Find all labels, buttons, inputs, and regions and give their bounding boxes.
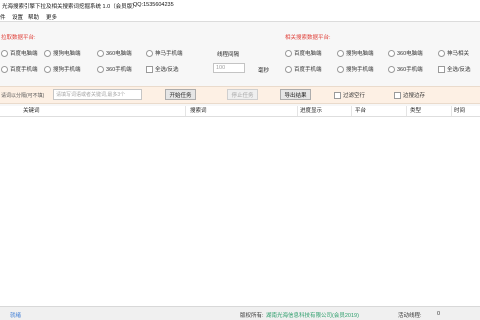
radio-circle-icon[interactable] bbox=[1, 65, 8, 73]
option-label: 360电脑端 bbox=[106, 51, 132, 57]
left-option-baidu-pc[interactable]: 百度电脑端 bbox=[1, 49, 38, 57]
right-option-360-pc[interactable]: 360电脑端 bbox=[388, 49, 423, 57]
results-table-header: 关键词 搜索词 进度显示 平台 类型 时间 bbox=[0, 106, 480, 117]
radio-circle-icon[interactable] bbox=[285, 49, 292, 57]
left-option-360-mobile[interactable]: 360手机端 bbox=[97, 65, 132, 73]
checkbox-label: 边搜边存 bbox=[403, 93, 426, 99]
radio-circle-icon[interactable] bbox=[337, 49, 344, 57]
column-header-time[interactable]: 时间 bbox=[452, 106, 480, 116]
option-label: 百度电脑端 bbox=[10, 51, 38, 57]
column-header-search-term[interactable]: 搜索词 bbox=[186, 106, 298, 116]
left-group-title: 拉取数据平台: bbox=[1, 35, 36, 41]
radio-circle-icon[interactable] bbox=[1, 49, 8, 57]
interval-input[interactable] bbox=[213, 63, 245, 73]
option-label: 百度电脑端 bbox=[294, 51, 322, 57]
option-label: 百度手机端 bbox=[294, 67, 322, 73]
right-group-title: 相关搜索数据平台: bbox=[285, 35, 331, 41]
column-header-keyword[interactable]: 关键词 bbox=[0, 106, 186, 116]
checkbox-label: 过滤空行 bbox=[343, 93, 366, 99]
title-bar: 光海搜索引擎下拉及相关搜索词挖掘系统 1.0（会员版） QQ:153560423… bbox=[0, 0, 480, 11]
keyword-label: 请词以分隔(可不填) bbox=[1, 93, 45, 99]
right-option-sogou-pc[interactable]: 搜狗电脑端 bbox=[337, 49, 374, 57]
right-select-all-checkbox[interactable]: 全选/反选 bbox=[438, 65, 471, 73]
left-select-all-checkbox[interactable]: 全选/反选 bbox=[146, 65, 179, 73]
radio-circle-icon[interactable] bbox=[337, 65, 344, 73]
radio-circle-icon[interactable] bbox=[44, 49, 51, 57]
right-option-sogou-mobile[interactable]: 搜狗手机端 bbox=[337, 65, 374, 73]
column-header-platform[interactable]: 平台 bbox=[352, 106, 407, 116]
menu-file[interactable]: 件 bbox=[0, 13, 6, 21]
option-label: 神马相关 bbox=[447, 51, 470, 57]
option-label: 全选/反选 bbox=[447, 67, 471, 73]
checkbox-icon[interactable] bbox=[146, 65, 153, 73]
radio-circle-icon[interactable] bbox=[97, 65, 104, 73]
option-label: 360电脑端 bbox=[397, 51, 423, 57]
right-option-shenma[interactable]: 神马相关 bbox=[438, 49, 469, 57]
radio-circle-icon[interactable] bbox=[44, 65, 51, 73]
status-bar: 就绪 版权所有: 湖南光海信息科技有限公司(会员2019) 活动线程: 0 bbox=[0, 306, 480, 320]
filter-empty-checkbox[interactable]: 过滤空行 bbox=[334, 91, 365, 99]
radio-circle-icon[interactable] bbox=[388, 49, 395, 57]
start-task-button[interactable]: 开始任务 bbox=[165, 89, 196, 100]
menu-settings[interactable]: 设置 bbox=[12, 13, 23, 21]
keyword-input[interactable] bbox=[53, 89, 142, 100]
option-label: 搜狗手机端 bbox=[346, 67, 374, 73]
status-ready: 就绪 bbox=[10, 313, 22, 319]
right-option-baidu-mobile[interactable]: 百度手机端 bbox=[285, 65, 322, 73]
task-toolbar: 请词以分隔(可不填) 开始任务 停止任务 导出结果 过滤空行 边搜边存 bbox=[0, 86, 480, 104]
company-link[interactable]: 湖南光海信息科技有限公司(会员2019) bbox=[266, 311, 359, 319]
export-results-button[interactable]: 导出结果 bbox=[280, 89, 311, 100]
active-threads-label: 活动线程: bbox=[398, 313, 422, 319]
radio-circle-icon[interactable] bbox=[438, 49, 445, 57]
interval-label: 线程间隔 bbox=[217, 52, 240, 58]
checkbox-icon[interactable] bbox=[394, 91, 401, 99]
right-option-360-mobile[interactable]: 360手机端 bbox=[388, 65, 423, 73]
interval-unit: 毫秒 bbox=[258, 68, 270, 74]
menu-bar: 件 设置 帮助 更多 bbox=[0, 11, 480, 22]
option-label: 全选/反选 bbox=[155, 67, 179, 73]
checkbox-icon[interactable] bbox=[438, 65, 445, 73]
menu-help[interactable]: 帮助 bbox=[28, 13, 39, 21]
stop-task-button[interactable]: 停止任务 bbox=[227, 89, 258, 100]
option-label: 360手机端 bbox=[106, 67, 132, 73]
option-label: 360手机端 bbox=[397, 67, 423, 73]
column-header-type[interactable]: 类型 bbox=[407, 106, 452, 116]
right-option-baidu-pc[interactable]: 百度电脑端 bbox=[285, 49, 322, 57]
copyright-label: 版权所有: bbox=[240, 313, 264, 319]
option-label: 百度手机端 bbox=[10, 67, 38, 73]
left-option-360-pc[interactable]: 360电脑端 bbox=[97, 49, 132, 57]
radio-circle-icon[interactable] bbox=[146, 49, 153, 57]
window-title: 光海搜索引擎下拉及相关搜索词挖掘系统 1.0（会员版） bbox=[2, 4, 138, 10]
option-label: 搜狗手机端 bbox=[53, 67, 81, 73]
menu-more[interactable]: 更多 bbox=[46, 13, 57, 21]
save-while-search-checkbox[interactable]: 边搜边存 bbox=[394, 91, 425, 99]
left-option-sogou-pc[interactable]: 搜狗电脑端 bbox=[44, 49, 81, 57]
left-option-shenma-mobile[interactable]: 神马手机端 bbox=[146, 49, 183, 57]
results-table-body[interactable] bbox=[0, 117, 480, 306]
radio-circle-icon[interactable] bbox=[97, 49, 104, 57]
active-threads-value: 0 bbox=[437, 311, 441, 317]
option-label: 搜狗电脑端 bbox=[346, 51, 374, 57]
qq-number: QQ:1535604235 bbox=[133, 2, 174, 8]
left-option-sogou-mobile[interactable]: 搜狗手机端 bbox=[44, 65, 81, 73]
column-header-progress[interactable]: 进度显示 bbox=[298, 106, 352, 116]
checkbox-icon[interactable] bbox=[334, 91, 341, 99]
option-label: 神马手机端 bbox=[155, 51, 183, 57]
option-label: 搜狗电脑端 bbox=[53, 51, 81, 57]
radio-circle-icon[interactable] bbox=[388, 65, 395, 73]
radio-circle-icon[interactable] bbox=[285, 65, 292, 73]
left-option-baidu-mobile[interactable]: 百度手机端 bbox=[1, 65, 38, 73]
